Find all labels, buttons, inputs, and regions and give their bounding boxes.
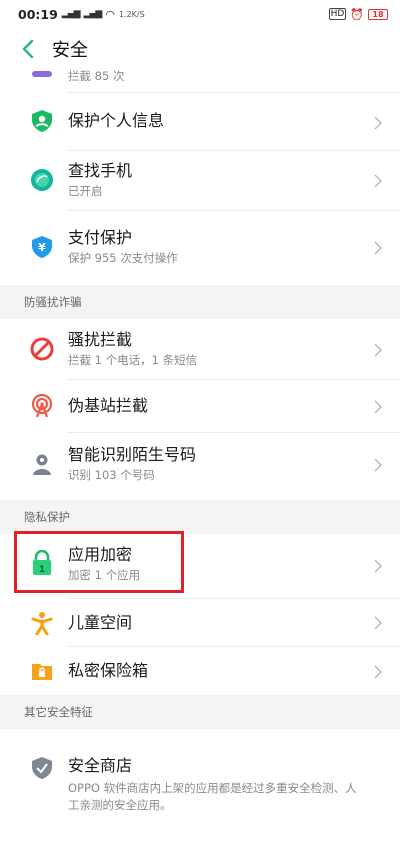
- item-sub: 识别 103 个号码: [68, 468, 155, 482]
- block-icon: [30, 337, 54, 361]
- list-item-child-space[interactable]: 儿童空间: [0, 599, 400, 646]
- list-item-protect-info[interactable]: 保护个人信息: [0, 93, 400, 150]
- item-title: 应用加密: [68, 545, 133, 564]
- item-title: 伪基站拦截: [68, 396, 149, 415]
- section-label: 其它安全特征: [24, 705, 93, 719]
- user-shield-icon: [30, 109, 54, 133]
- list-item-app-lock[interactable]: 1 应用加密 加密 1 个应用: [0, 534, 400, 598]
- item-sub: 加密 1 个应用: [68, 568, 141, 582]
- partial-item-sub: 拦截 85 次: [68, 69, 125, 83]
- list-item-fake-station[interactable]: 伪基站拦截: [0, 380, 400, 432]
- safe-icon: [30, 659, 54, 683]
- signal-icon: ▂▄▆: [61, 9, 81, 19]
- find-phone-icon: [30, 168, 54, 192]
- store-shield-icon: [30, 756, 54, 780]
- item-title: 安全商店: [68, 756, 133, 775]
- section-header-privacy: 隐私保护: [0, 500, 400, 534]
- section-label: 隐私保护: [24, 510, 70, 524]
- signal-icon-2: ▂▄▆: [83, 9, 103, 19]
- section-header-antifraud: 防骚扰诈骗: [0, 285, 400, 319]
- chevron-right-icon: [374, 240, 382, 255]
- status-right: HD ⏰ 18: [328, 7, 388, 21]
- item-title: 儿童空间: [68, 613, 133, 632]
- list-item-partial[interactable]: 拦截 85 次: [0, 62, 400, 92]
- item-title: 智能识别陌生号码: [68, 445, 197, 464]
- item-sub: 保护 955 次支付操作: [68, 251, 178, 265]
- svg-text:1: 1: [39, 565, 45, 575]
- list-item-find-phone[interactable]: 查找手机 已开启: [0, 151, 400, 210]
- page-title: 安全: [52, 40, 88, 61]
- item-title: 查找手机: [68, 161, 133, 180]
- wifi-icon: ◠: [105, 7, 115, 21]
- battery-icon: 18: [368, 8, 388, 20]
- alarm-icon: ⏰: [350, 7, 364, 21]
- list-item-payment[interactable]: ¥ 支付保护 保护 955 次支付操作: [0, 211, 400, 285]
- chevron-right-icon: [374, 173, 382, 188]
- list-item-harass-block[interactable]: 骚扰拦截 拦截 1 个电话，1 条短信: [0, 319, 400, 379]
- caller-id-icon: [30, 452, 54, 476]
- list-item-caller-id[interactable]: 智能识别陌生号码 识别 103 个号码: [0, 433, 400, 500]
- status-left: 00:19 ▂▄▆ ▂▄▆ ◠ 1.2K/S: [18, 7, 145, 22]
- item-title: 私密保险箱: [68, 661, 149, 680]
- item-title: 支付保护: [68, 228, 133, 247]
- partial-item-icon: [30, 66, 54, 90]
- chevron-right-icon: [374, 399, 382, 414]
- svg-text:¥: ¥: [38, 241, 46, 254]
- payment-shield-icon: ¥: [30, 235, 54, 259]
- chevron-right-icon: [374, 457, 382, 472]
- item-title: 保护个人信息: [68, 111, 165, 130]
- section-label: 防骚扰诈骗: [24, 295, 82, 309]
- status-bar: 00:19 ▂▄▆ ▂▄▆ ◠ 1.2K/S HD ⏰ 18: [0, 0, 400, 28]
- item-title: 骚扰拦截: [68, 330, 133, 349]
- lock-icon: 1: [30, 549, 54, 575]
- chevron-right-icon: [374, 615, 382, 630]
- status-time: 00:19: [18, 6, 58, 22]
- fake-station-icon: [30, 393, 54, 418]
- chevron-right-icon: [374, 664, 382, 679]
- hd-badge: HD: [328, 8, 347, 20]
- section-header-other: 其它安全特征: [0, 695, 400, 729]
- item-sub: 已开启: [68, 184, 103, 198]
- network-speed: 1.2K/S: [118, 9, 145, 19]
- item-desc: OPPO 软件商店内上架的应用都是经过多重安全检测、人工亲测的安全应用。: [68, 781, 357, 812]
- list-item-security-store[interactable]: 安全商店 OPPO 软件商店内上架的应用都是经过多重安全检测、人工亲测的安全应用…: [0, 729, 400, 829]
- child-icon: [30, 611, 54, 636]
- battery-level: 18: [372, 9, 384, 19]
- list-item-private-safe[interactable]: 私密保险箱: [0, 647, 400, 695]
- chevron-right-icon: [374, 558, 382, 573]
- back-chevron-icon[interactable]: [22, 38, 44, 60]
- chevron-right-icon: [374, 342, 382, 357]
- item-sub: 拦截 1 个电话，1 条短信: [68, 353, 198, 367]
- chevron-right-icon: [374, 115, 382, 130]
